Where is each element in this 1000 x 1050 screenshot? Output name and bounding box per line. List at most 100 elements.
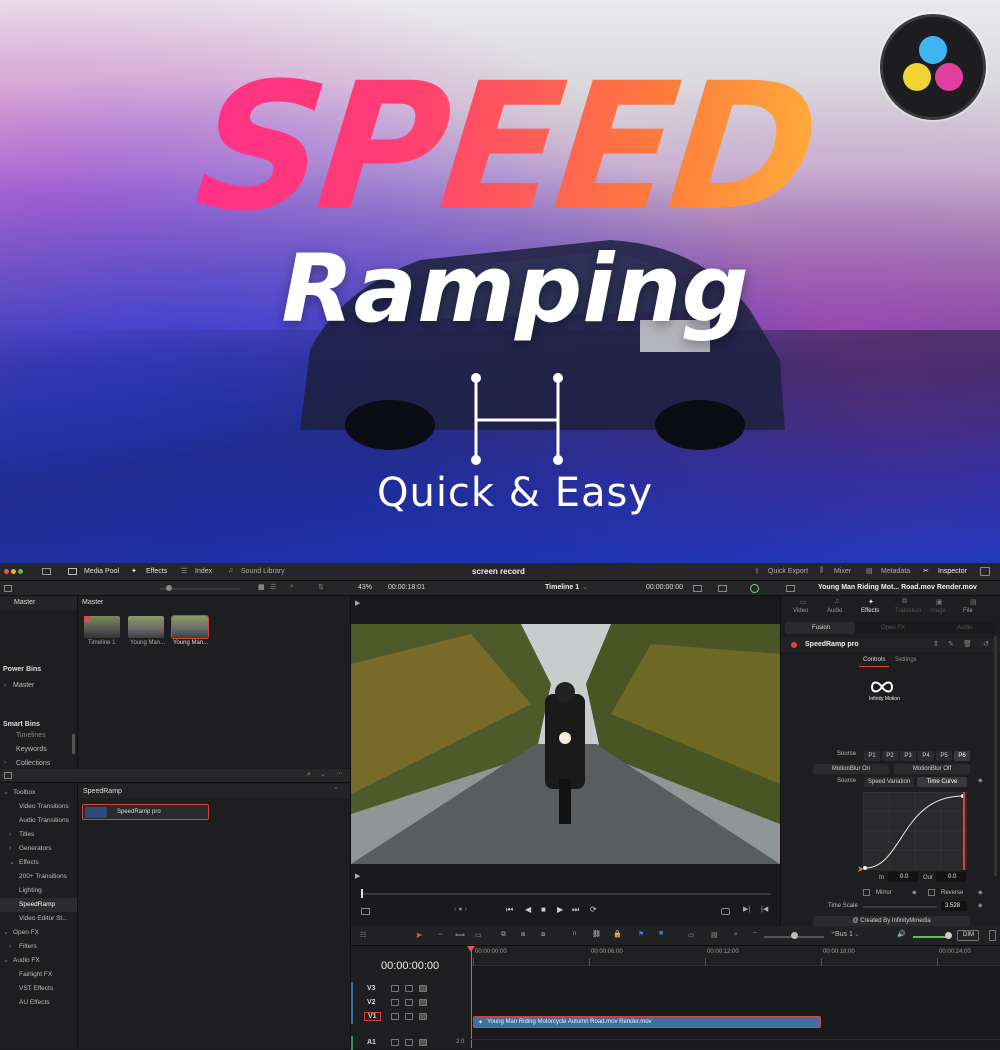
inspector-tab-file[interactable]: File <box>963 608 973 614</box>
source-preset-button[interactable]: P3 <box>900 751 916 761</box>
track-lock-icon[interactable] <box>391 985 399 992</box>
thumbnail-size-slider[interactable] <box>160 588 240 590</box>
mirror-checkbox[interactable] <box>863 889 870 896</box>
source-preset-button[interactable]: P4 <box>918 751 934 761</box>
search-icon[interactable]: ⌕ <box>290 583 294 591</box>
export-icon[interactable]: ⇪ <box>754 567 760 575</box>
smart-bin-collections[interactable]: Collections <box>16 760 50 767</box>
effects-tree-item[interactable]: ⌄ Effects <box>0 856 77 870</box>
close-window-button[interactable] <box>4 569 9 574</box>
insert-clip-icon[interactable]: ⧉ <box>501 931 506 939</box>
track-visibility-icon[interactable] <box>419 1039 427 1046</box>
effects-tree-item[interactable]: 200+ Transitions <box>0 870 77 884</box>
track-destination-icon[interactable] <box>405 985 413 992</box>
timeline-selector[interactable]: Timeline 1 <box>545 584 579 591</box>
inspector-tab-effects[interactable]: Effects <box>861 608 879 614</box>
effects-wand-icon[interactable]: ✦ <box>131 567 137 575</box>
panel-toggle-icon[interactable] <box>4 585 12 592</box>
track-lock-icon[interactable] <box>391 1013 399 1020</box>
bin-scrollbar[interactable] <box>72 734 75 754</box>
fusion-overlay-icon[interactable] <box>750 584 759 593</box>
track-header-v2[interactable]: V2 <box>351 996 471 1010</box>
blade-tool-icon[interactable]: ▭ <box>475 931 482 939</box>
sort-icon[interactable]: ⇅ <box>318 583 324 591</box>
effects-tree-item[interactable]: › Titles <box>0 828 77 842</box>
position-lock-icon[interactable]: 🔒 <box>613 930 622 938</box>
overwrite-clip-icon[interactable]: ⧈ <box>521 931 525 939</box>
video-icon[interactable]: ▭ <box>800 598 807 606</box>
in-value-field[interactable]: 0.0 <box>888 872 918 882</box>
grid-view-icon[interactable]: ▦ <box>258 583 265 591</box>
effects-tree-item[interactable]: SpeedRamp <box>0 898 77 912</box>
inspector-tab-transition[interactable]: Transition <box>895 608 921 614</box>
linked-selection-icon[interactable]: ⛓ <box>592 930 601 938</box>
chevron-right-icon[interactable]: › <box>9 940 11 954</box>
reset-icon[interactable]: ↺ <box>983 640 989 648</box>
source-preset-button[interactable]: P6 <box>954 751 970 761</box>
media-pool-icon[interactable] <box>68 568 77 575</box>
playhead-marker[interactable] <box>361 889 363 898</box>
track-visibility-icon[interactable] <box>419 1013 427 1020</box>
keyframe-diamond-icon[interactable]: ◆ <box>912 889 917 896</box>
speed-variation-button[interactable]: Speed Variation <box>864 777 914 787</box>
search-icon[interactable]: ⌕ <box>307 771 311 779</box>
play-reverse-icon[interactable]: ◀ <box>525 905 531 914</box>
effects-tree-item[interactable]: ⌄ Open FX <box>0 926 77 940</box>
motion-blur-on-button[interactable]: MotionBlur On <box>813 764 889 774</box>
track-lock-icon[interactable] <box>391 1039 399 1046</box>
mixer-icon[interactable]: ⫼ <box>820 567 823 575</box>
next-frame-icon[interactable]: ▶| <box>743 905 750 913</box>
list-view-icon[interactable]: ☰ <box>270 583 276 591</box>
tab-metadata[interactable]: Metadata <box>881 568 910 575</box>
effects-tree-item[interactable]: AU Effects <box>0 996 77 1010</box>
effect-enable-toggle[interactable] <box>791 642 797 648</box>
edit-pencil-icon[interactable]: ✎ <box>948 640 954 648</box>
chevron-right-icon[interactable]: › <box>9 828 11 842</box>
source-preset-button[interactable]: P1 <box>864 751 880 761</box>
time-scale-field[interactable]: 3.528 <box>941 901 967 911</box>
track-lock-icon[interactable] <box>391 999 399 1006</box>
chevron-down-icon[interactable]: ⌄ <box>3 954 9 968</box>
source-preset-button[interactable]: P2 <box>882 751 898 761</box>
effects-tree-item[interactable]: VST Effects <box>0 982 77 996</box>
time-scale-slider[interactable] <box>863 906 937 908</box>
metadata-icon[interactable]: ▤ <box>866 567 873 575</box>
subtab-open-fx[interactable]: Open FX <box>881 625 905 631</box>
effects-tree-item[interactable]: › Filters <box>0 940 77 954</box>
more-options-icon[interactable]: ··· <box>336 770 343 777</box>
effects-tree-item[interactable]: ⌄ Toolbox <box>0 786 77 800</box>
tab-index[interactable]: Index <box>195 568 212 575</box>
expand-chevron-icon[interactable] <box>980 567 990 576</box>
inspector-icon[interactable]: ✂ <box>923 567 929 575</box>
chevron-right-icon[interactable]: › <box>4 682 6 689</box>
file-icon[interactable]: ▤ <box>970 598 977 606</box>
chevron-down-icon[interactable]: ⌄ <box>9 856 15 870</box>
track-visibility-icon[interactable] <box>419 985 427 992</box>
play-icon[interactable]: ▶ <box>557 905 563 914</box>
effect-item-speedramp-pro[interactable]: SpeedRamp pro <box>82 804 209 820</box>
track-header-v1[interactable]: V1 <box>351 1010 471 1024</box>
dynamic-trim-icon[interactable]: ⟺ <box>455 931 465 939</box>
effects-tree-item[interactable]: › Generators <box>0 842 77 856</box>
panel-toggle-icon[interactable] <box>4 772 12 779</box>
effects-tree-item[interactable]: Fairlight FX <box>0 968 77 982</box>
loop-icon[interactable]: ⟳ <box>590 905 597 914</box>
effects-tree-item[interactable]: Audio Transitions <box>0 814 77 828</box>
tab-media-pool[interactable]: Media Pool <box>84 568 119 575</box>
timeline-playhead[interactable] <box>471 946 472 1048</box>
tab-quick-export[interactable]: Quick Export <box>768 568 808 575</box>
clip-thumbnail-young-man-1[interactable] <box>128 616 164 638</box>
replace-clip-icon[interactable]: ⧇ <box>541 931 545 939</box>
volume-handle[interactable] <box>945 932 952 939</box>
delete-icon[interactable]: 🗑 <box>963 640 972 648</box>
credit-button[interactable]: @ Created By InfinityMmedia <box>813 916 970 926</box>
inspector-tab-video[interactable]: Video <box>793 608 808 614</box>
go-to-start-icon[interactable]: ⏮ <box>506 905 513 915</box>
viewer-options-icon[interactable] <box>718 585 727 592</box>
zoom-level[interactable]: 43% <box>358 584 372 591</box>
stepper-icon[interactable]: ⇕ <box>933 640 939 648</box>
dim-button[interactable]: DIM <box>957 930 979 941</box>
chevron-down-icon[interactable]: ⌄ <box>3 926 9 940</box>
snapping-icon[interactable]: ∩ <box>572 930 577 937</box>
effects-tree-item[interactable]: Video Transitions <box>0 800 77 814</box>
